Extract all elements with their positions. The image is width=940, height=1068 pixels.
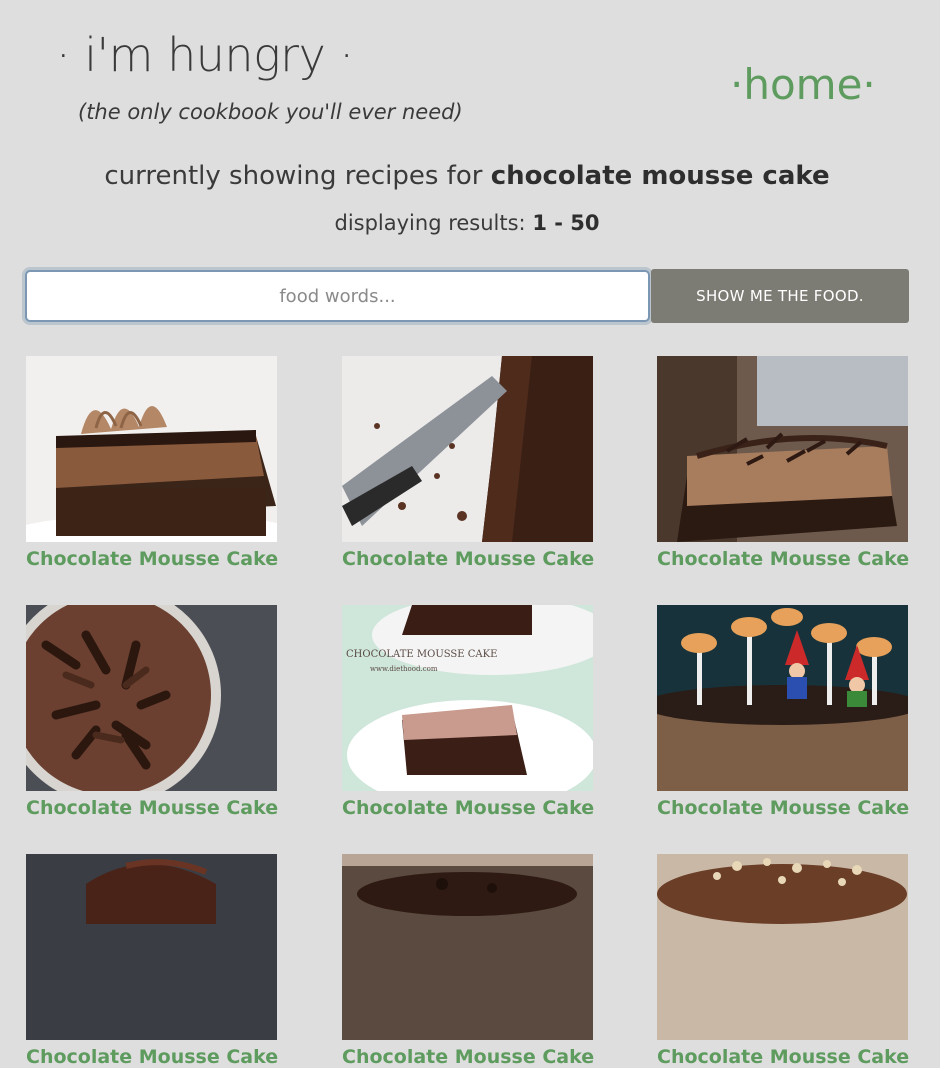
cake-slice-chocolate-curls-image [657,356,908,542]
recipe-image[interactable] [657,356,908,542]
recipe-title[interactable]: Chocolate Mousse Cake [26,548,278,570]
recipe-card[interactable]: Chocolate Mousse Cake [657,854,909,1068]
cake-image [26,854,277,1040]
search-input[interactable] [25,270,650,322]
cake-slice-on-plate-image: CHOCOLATE MOUSSE CAKE www.diethood.com [342,605,593,791]
cake-image [342,854,593,1040]
recipe-image[interactable] [657,605,908,791]
recipe-title[interactable]: Chocolate Mousse Cake [26,797,278,819]
cake-with-server-image [342,356,593,542]
recipe-card[interactable]: CHOCOLATE MOUSSE CAKE www.diethood.com C… [342,605,594,819]
recipe-card[interactable]: Chocolate Mousse Cake [342,356,594,570]
results-summary: displaying results: 1 - 50 [0,211,934,235]
recipe-card[interactable]: Chocolate Mousse Cake [26,854,278,1068]
results-prefix: displaying results: [334,211,526,235]
plate-caption-text: CHOCOLATE MOUSSE CAKE [346,649,497,660]
recipe-card[interactable]: Chocolate Mousse Cake [657,356,909,570]
cake-top-chocolate-curls-image [26,605,277,791]
search-query: chocolate mousse cake [490,161,830,191]
plate-url-text: www.diethood.com [370,665,438,673]
recipe-image[interactable] [26,854,277,1040]
recipe-card[interactable]: Chocolate Mousse Cake [26,605,278,819]
recipe-image[interactable] [26,356,277,542]
recipe-title[interactable]: Chocolate Mousse Cake [342,1046,594,1068]
recipe-title[interactable]: Chocolate Mousse Cake [657,797,909,819]
recipe-card[interactable]: Chocolate Mousse Cake [657,605,909,819]
home-link[interactable]: ·home· [730,60,876,109]
recipe-image[interactable] [26,605,277,791]
recipe-title[interactable]: Chocolate Mousse Cake [657,1046,909,1068]
results-range: 1 - 50 [532,211,600,235]
site-title: · i'm hungry · [56,28,354,82]
recipe-image[interactable] [657,854,908,1040]
recipe-title[interactable]: Chocolate Mousse Cake [657,548,909,570]
recipe-title[interactable]: Chocolate Mousse Cake [342,548,594,570]
cake-nuts-topping-image [657,854,908,1040]
cake-slice-piped-cream-image [26,356,277,542]
showing-prefix: currently showing recipes for [104,161,483,191]
search-button[interactable]: SHOW ME THE FOOD. [651,269,909,323]
site-tagline: (the only cookbook you'll ever need) [78,100,463,124]
recipe-card[interactable]: Chocolate Mousse Cake [342,854,594,1068]
recipe-image[interactable] [342,356,593,542]
recipe-image[interactable]: CHOCOLATE MOUSSE CAKE www.diethood.com [342,605,593,791]
search-summary: currently showing recipes for chocolate … [0,161,934,191]
recipe-card[interactable]: Chocolate Mousse Cake [26,356,278,570]
recipe-title[interactable]: Chocolate Mousse Cake [342,797,594,819]
cake-mushroom-gnome-image [657,605,908,791]
recipe-image[interactable] [342,854,593,1040]
recipe-title[interactable]: Chocolate Mousse Cake [26,1046,278,1068]
